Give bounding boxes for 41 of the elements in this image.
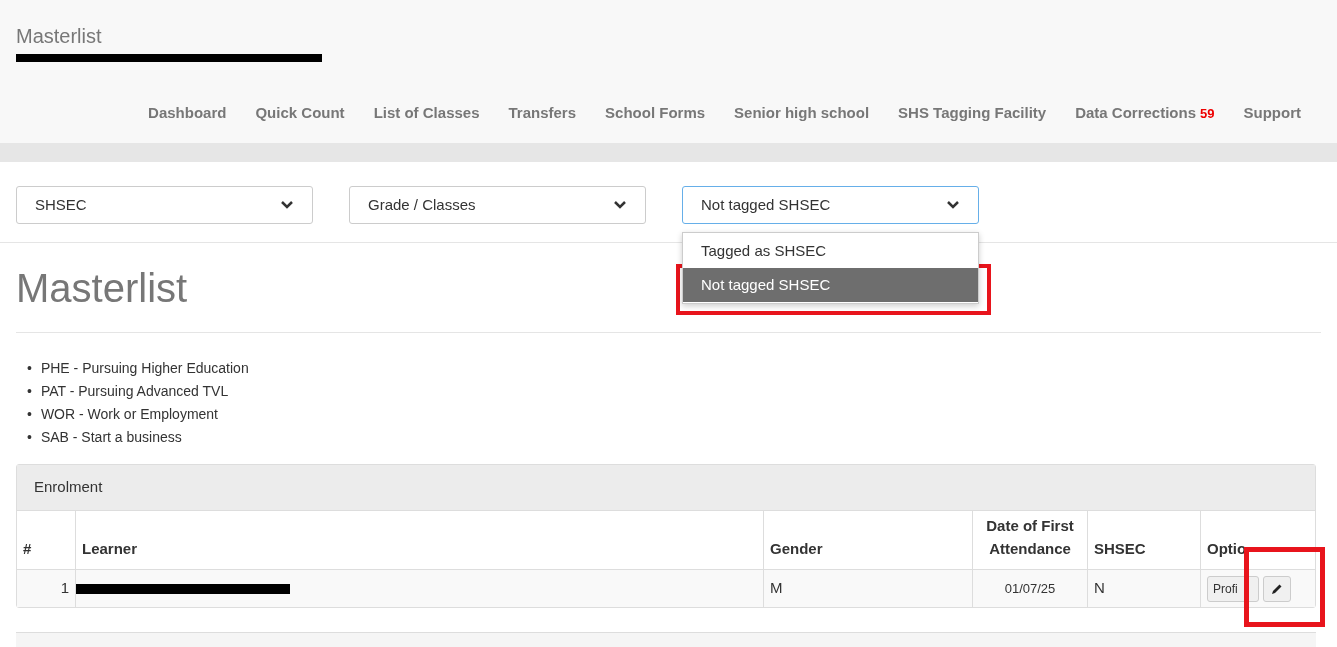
- dropdown-option[interactable]: Tagged as SHSEC: [683, 234, 978, 268]
- column-header: #: [23, 539, 32, 559]
- bullet: •: [27, 405, 32, 424]
- edit-button[interactable]: [1263, 575, 1291, 602]
- dropdown-option[interactable]: Not tagged SHSEC: [683, 268, 978, 302]
- bullet: •: [27, 428, 32, 447]
- chevron-down-icon: [946, 200, 960, 210]
- chevron-down-icon: [613, 200, 627, 210]
- pencil-icon: [1271, 582, 1283, 595]
- select-field[interactable]: Not tagged SHSEC: [682, 186, 979, 224]
- page-heading: Masterlist: [16, 267, 188, 308]
- nav-link[interactable]: SHS Tagging Facility: [898, 102, 1047, 125]
- legend-item: PAT - Pursuing Advanced TVL: [40, 382, 229, 401]
- select-field[interactable]: SHSEC: [16, 186, 313, 224]
- table-cell-text: 01/07/25: [1004, 579, 1056, 598]
- row-number: 1: [60, 578, 69, 599]
- panel-title: Enrolment: [34, 477, 103, 498]
- legend-item: PHE - Pursuing Higher Education: [40, 359, 249, 378]
- nav-link[interactable]: Transfers: [508, 102, 577, 125]
- nav-link[interactable]: List of Classes: [373, 102, 480, 125]
- nav-link[interactable]: Data Corrections 59: [1075, 102, 1215, 125]
- legend-item: SAB - Start a business: [40, 428, 182, 447]
- nav-link[interactable]: Quick Count: [255, 102, 345, 125]
- table-cell-text: N: [1094, 578, 1105, 599]
- bullet: •: [27, 359, 32, 378]
- select-field[interactable]: Grade / Classes: [349, 186, 646, 224]
- table-cell-text: M: [770, 578, 783, 599]
- column-header: Learner: [82, 539, 138, 559]
- column-header: Date of First Attendance: [985, 516, 1075, 559]
- nav-link[interactable]: Dashboard: [148, 102, 227, 125]
- nav-link[interactable]: Senior high school: [734, 102, 870, 125]
- chevron-down-icon: [280, 200, 294, 210]
- profile-button[interactable]: Profi: [1207, 575, 1259, 602]
- nav-link[interactable]: School Forms: [605, 102, 706, 125]
- column-header: SHSEC: [1094, 539, 1146, 559]
- bullet: •: [27, 382, 32, 401]
- page-title: Masterlist: [16, 24, 103, 48]
- legend-item: WOR - Work or Employment: [40, 405, 218, 424]
- column-header: Gender: [770, 539, 823, 559]
- column-header: Optio: [1207, 539, 1247, 559]
- nav-link[interactable]: Support: [1243, 102, 1301, 125]
